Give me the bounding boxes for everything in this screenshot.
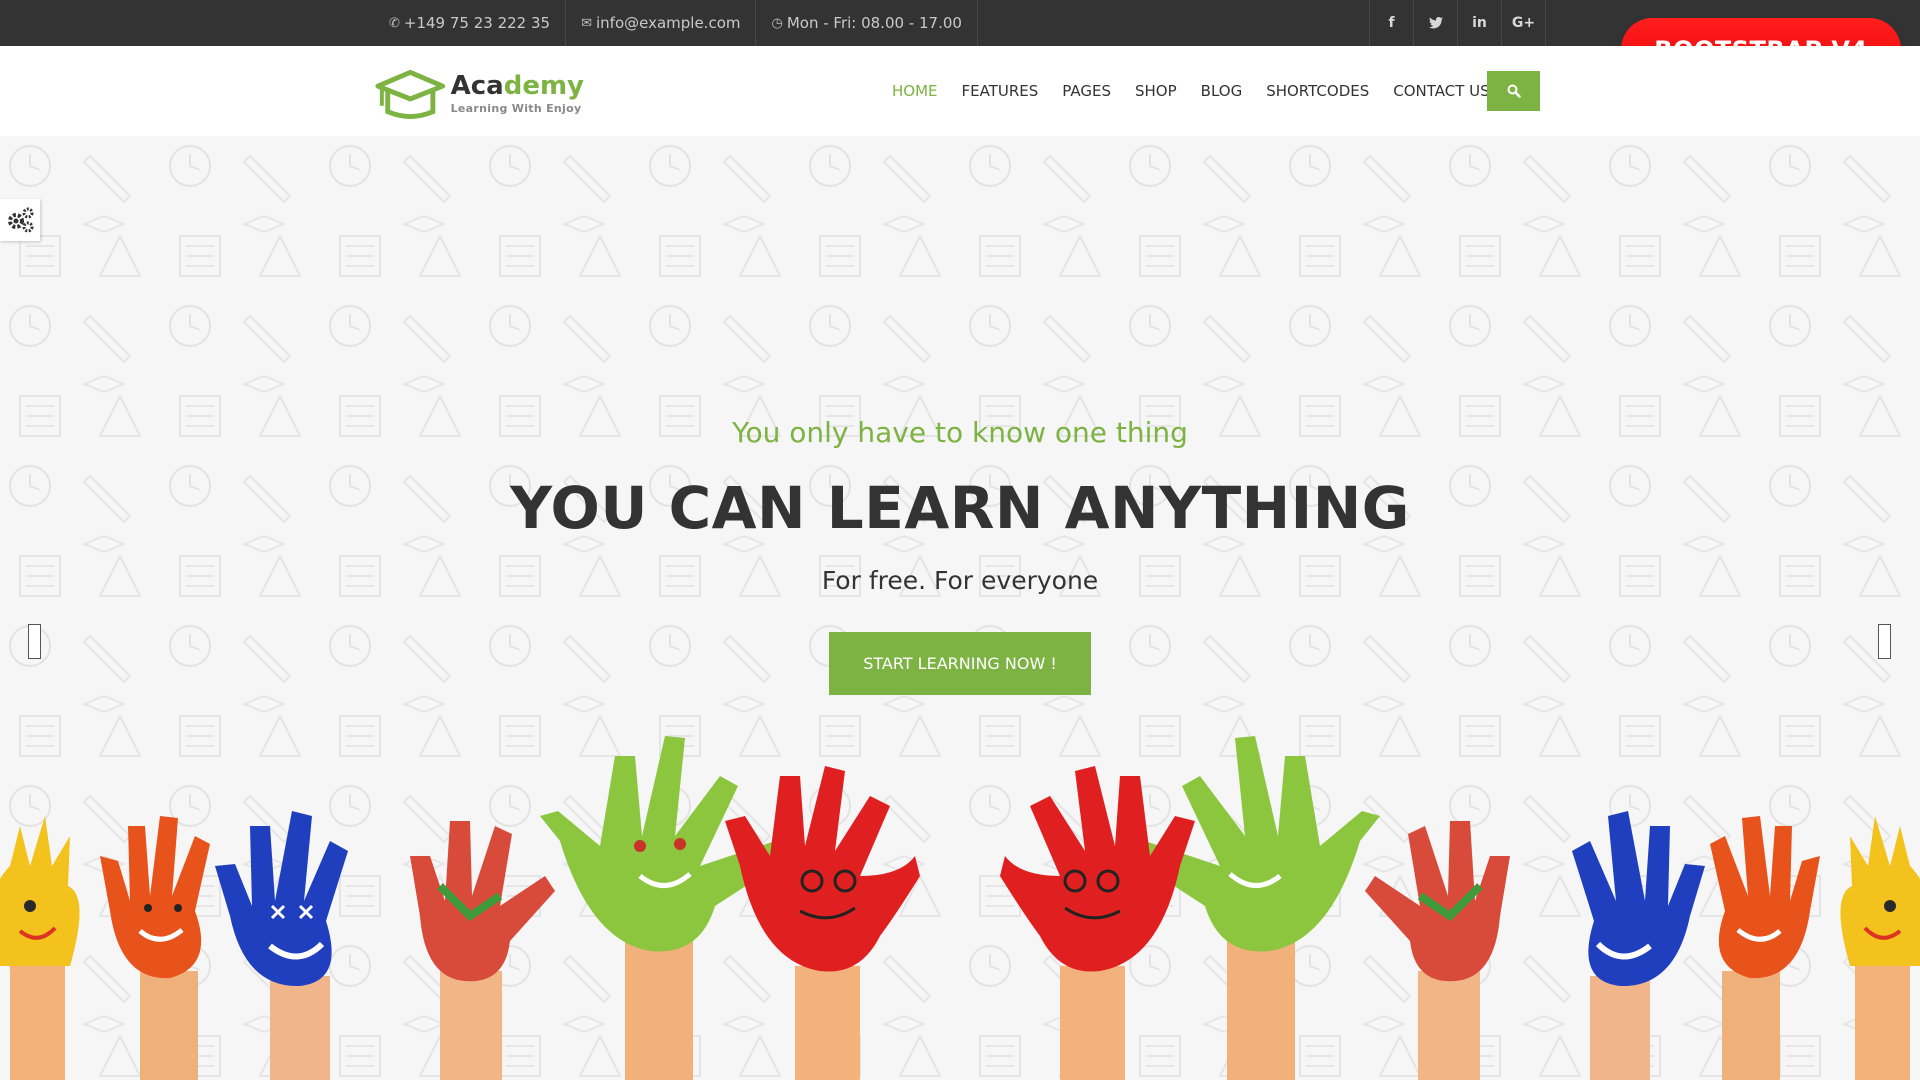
clock-icon: ◷ xyxy=(771,15,783,31)
logo-text: Academy Learning With Enjoy xyxy=(451,73,584,115)
envelope-icon: ✉ xyxy=(581,15,592,31)
start-learning-button[interactable]: START LEARNING NOW ! xyxy=(829,632,1091,695)
hands-right-group xyxy=(1000,736,1920,1080)
settings-panel-toggle[interactable] xyxy=(0,199,40,241)
main-nav: HOME FEATURES PAGES SHOP BLOG SHORTCODES… xyxy=(880,46,1502,136)
phone-contact[interactable]: ✆ +149 75 23 222 35 xyxy=(374,0,565,46)
site-header: Academy Learning With Enjoy HOME FEATURE… xyxy=(0,46,1920,136)
hand-mixed-left xyxy=(410,821,555,1080)
nav-pages[interactable]: PAGES xyxy=(1062,82,1111,100)
slider-prev-arrow[interactable] xyxy=(28,624,41,659)
painted-hands-image xyxy=(0,736,1920,1080)
gears-icon xyxy=(8,207,34,233)
linkedin-icon[interactable]: in xyxy=(1457,0,1501,46)
google-plus-icon[interactable]: G+ xyxy=(1501,0,1545,46)
top-bar-inner: ✆ +149 75 23 222 35 ✉ info@example.com ◷… xyxy=(374,0,1546,46)
slider-next-arrow[interactable] xyxy=(1878,624,1891,659)
facebook-icon[interactable]: f xyxy=(1369,0,1413,46)
hand-blue-left xyxy=(215,811,348,1080)
hand-orange-left xyxy=(100,816,210,1080)
hero-tagline: For free. For everyone xyxy=(821,566,1099,595)
nav-features[interactable]: FEATURES xyxy=(962,82,1039,100)
hours-text: Mon - Fri: 08.00 - 17.00 xyxy=(786,14,962,32)
graduation-cap-icon xyxy=(375,69,446,120)
hero-slider: You only have to know one thing YOU CAN … xyxy=(0,136,1920,1080)
hero-title: YOU CAN LEARN ANYTHING xyxy=(510,474,1410,542)
logo-word-green: demy xyxy=(503,71,584,101)
hero-subtitle: You only have to know one thing xyxy=(732,416,1188,449)
search-button[interactable] xyxy=(1487,71,1540,111)
nav-blog[interactable]: BLOG xyxy=(1201,82,1243,100)
nav-home[interactable]: HOME xyxy=(892,82,938,100)
phone-icon: ✆ xyxy=(389,15,400,31)
site-logo[interactable]: Academy Learning With Enjoy xyxy=(374,66,584,122)
phone-text: +149 75 23 222 35 xyxy=(403,14,551,32)
logo-wordmark: Academy xyxy=(451,73,584,99)
email-contact[interactable]: ✉ info@example.com xyxy=(565,0,755,46)
twitter-bird-glyph xyxy=(1428,17,1443,29)
hand-yellow-left xyxy=(0,816,80,1080)
logo-tagline: Learning With Enjoy xyxy=(450,102,582,115)
social-links: f in G+ xyxy=(1369,0,1546,46)
nav-shop[interactable]: SHOP xyxy=(1135,82,1177,100)
nav-contact-us[interactable]: CONTACT US xyxy=(1393,82,1489,100)
opening-hours: ◷ Mon - Fri: 08.00 - 17.00 xyxy=(755,0,978,46)
nav-shortcodes[interactable]: SHORTCODES xyxy=(1266,82,1369,100)
hand-red-center-left xyxy=(725,766,920,1080)
email-text: info@example.com xyxy=(595,14,741,32)
twitter-icon[interactable] xyxy=(1413,0,1457,46)
search-icon xyxy=(1507,84,1521,98)
logo-word-dark: Aca xyxy=(450,71,504,101)
